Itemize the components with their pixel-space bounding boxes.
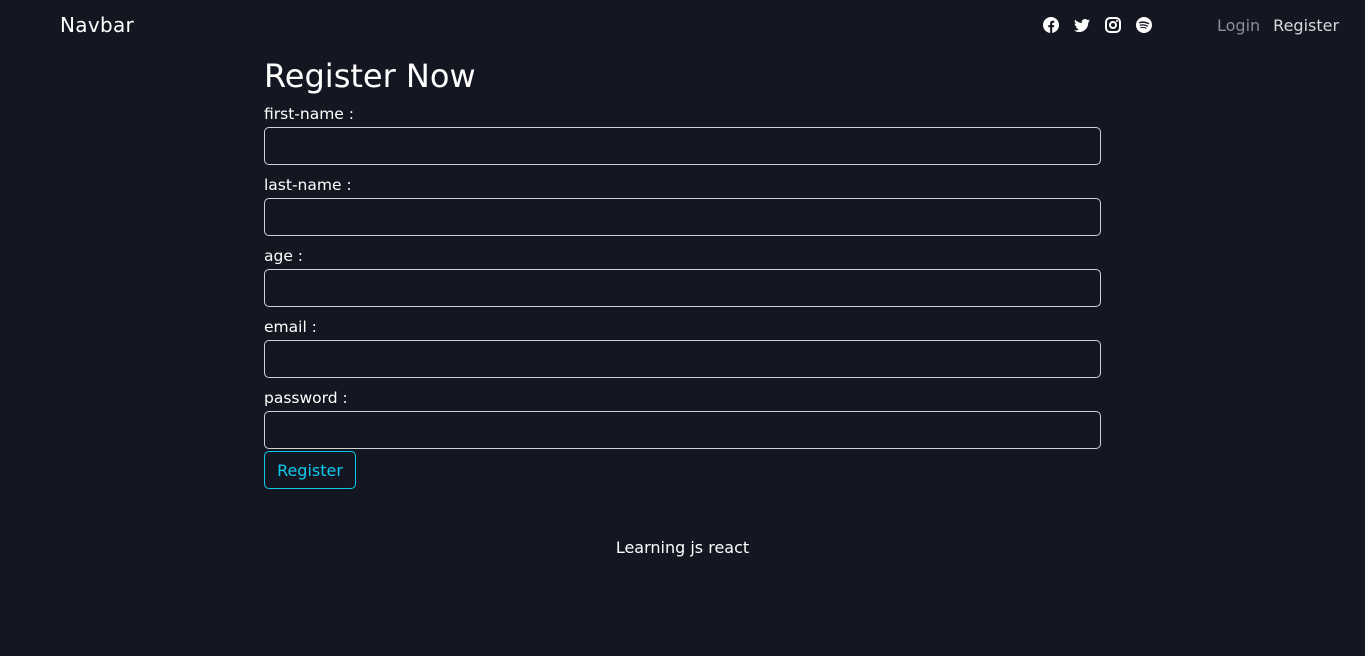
first-name-label: first-name :: [264, 105, 354, 123]
password-label: password :: [264, 389, 348, 407]
nav-link-login[interactable]: Login: [1217, 16, 1260, 35]
nav-links: Login Register: [1217, 16, 1339, 35]
email-input[interactable]: [264, 340, 1101, 378]
register-form-container: Register Now first-name : last-name : ag…: [264, 52, 1101, 489]
age-label: age :: [264, 247, 304, 265]
age-input[interactable]: [264, 269, 1101, 307]
navbar-brand[interactable]: Navbar: [60, 13, 134, 37]
last-name-label: last-name :: [264, 176, 352, 194]
page-title: Register Now: [264, 57, 476, 95]
first-name-input[interactable]: [264, 127, 1101, 165]
facebook-icon[interactable]: [1043, 17, 1059, 33]
nav-link-register[interactable]: Register: [1273, 16, 1339, 35]
register-button[interactable]: Register: [264, 451, 356, 489]
last-name-input[interactable]: [264, 198, 1101, 236]
password-input[interactable]: [264, 411, 1101, 449]
instagram-icon[interactable]: [1105, 17, 1121, 33]
social-links: [1043, 17, 1152, 33]
spotify-icon[interactable]: [1136, 17, 1152, 33]
email-label: email :: [264, 318, 317, 336]
twitter-icon[interactable]: [1074, 17, 1090, 33]
register-form: first-name : last-name : age : email : p…: [264, 104, 1101, 489]
footer-text: Learning js react: [615, 538, 750, 557]
navbar: Navbar Login Register: [0, 0, 1365, 52]
